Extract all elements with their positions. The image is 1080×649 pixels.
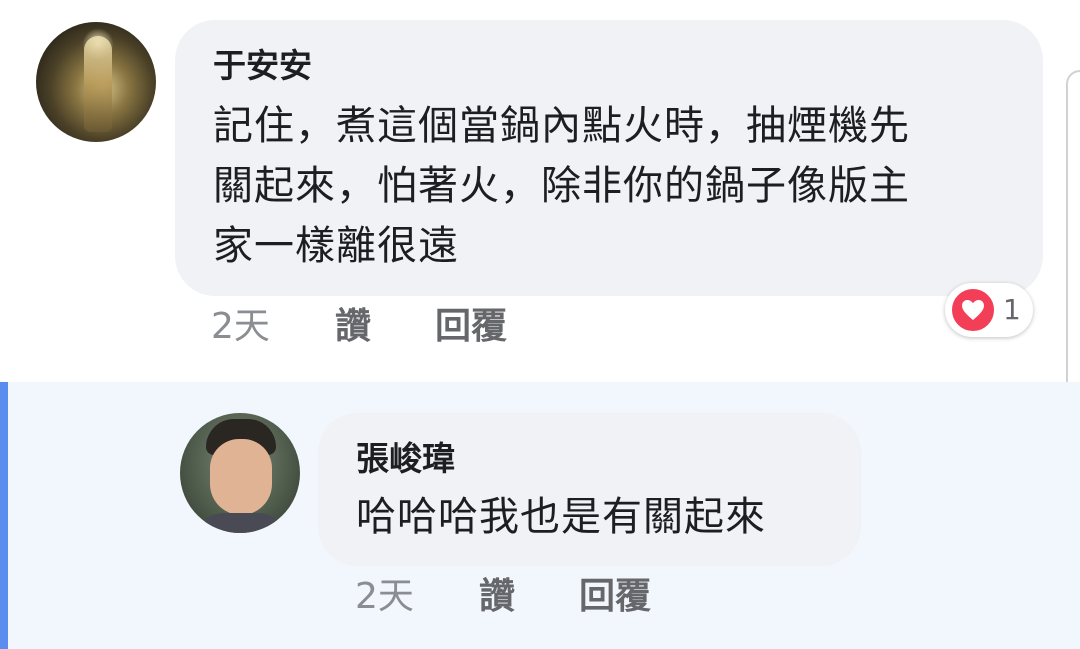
reaction-summary[interactable]: 1 bbox=[945, 283, 1033, 337]
avatar[interactable] bbox=[36, 22, 156, 142]
reaction-count: 1 bbox=[1003, 293, 1021, 326]
comment-text-line: 哈哈哈我也是有關起來 bbox=[356, 494, 766, 540]
scrollbar[interactable] bbox=[1066, 70, 1080, 429]
reply-bubble: 張峻瑋 哈哈哈我也是有關起來 bbox=[318, 413, 861, 566]
comment-text-line: 記住，煮這個當鍋內點火時，抽煙機先 bbox=[213, 103, 910, 149]
highlight-accent-bar bbox=[0, 382, 8, 649]
reply-button[interactable]: 回覆 bbox=[435, 305, 507, 349]
avatar-figure-shape bbox=[84, 36, 112, 132]
comment-author[interactable]: 張峻瑋 bbox=[356, 439, 455, 479]
heart-icon bbox=[950, 287, 996, 333]
comment-text: 哈哈哈我也是有關起來 bbox=[356, 487, 766, 547]
comment-timestamp[interactable]: 2天 bbox=[211, 305, 270, 349]
comment-bubble: 于安安 記住，煮這個當鍋內點火時，抽煙機先 關起來，怕著火，除非你的鍋子像版主 … bbox=[175, 20, 1043, 296]
comment-thread: 于安安 記住，煮這個當鍋內點火時，抽煙機先 關起來，怕著火，除非你的鍋子像版主 … bbox=[0, 0, 1080, 649]
comment-text-line: 家一樣離很遠 bbox=[213, 223, 459, 269]
avatar-shirt-shape bbox=[194, 513, 288, 533]
comment-timestamp[interactable]: 2天 bbox=[355, 575, 414, 619]
like-button[interactable]: 讚 bbox=[335, 305, 371, 349]
comment-text: 記住，煮這個當鍋內點火時，抽煙機先 關起來，怕著火，除非你的鍋子像版主 家一樣離… bbox=[213, 96, 1013, 276]
avatar[interactable] bbox=[180, 413, 300, 533]
comment-text-line: 關起來，怕著火，除非你的鍋子像版主 bbox=[213, 163, 910, 209]
avatar-face-shape bbox=[210, 439, 272, 515]
reply-button[interactable]: 回覆 bbox=[579, 575, 651, 619]
like-button[interactable]: 讚 bbox=[479, 575, 515, 619]
comment-author[interactable]: 于安安 bbox=[213, 46, 312, 86]
